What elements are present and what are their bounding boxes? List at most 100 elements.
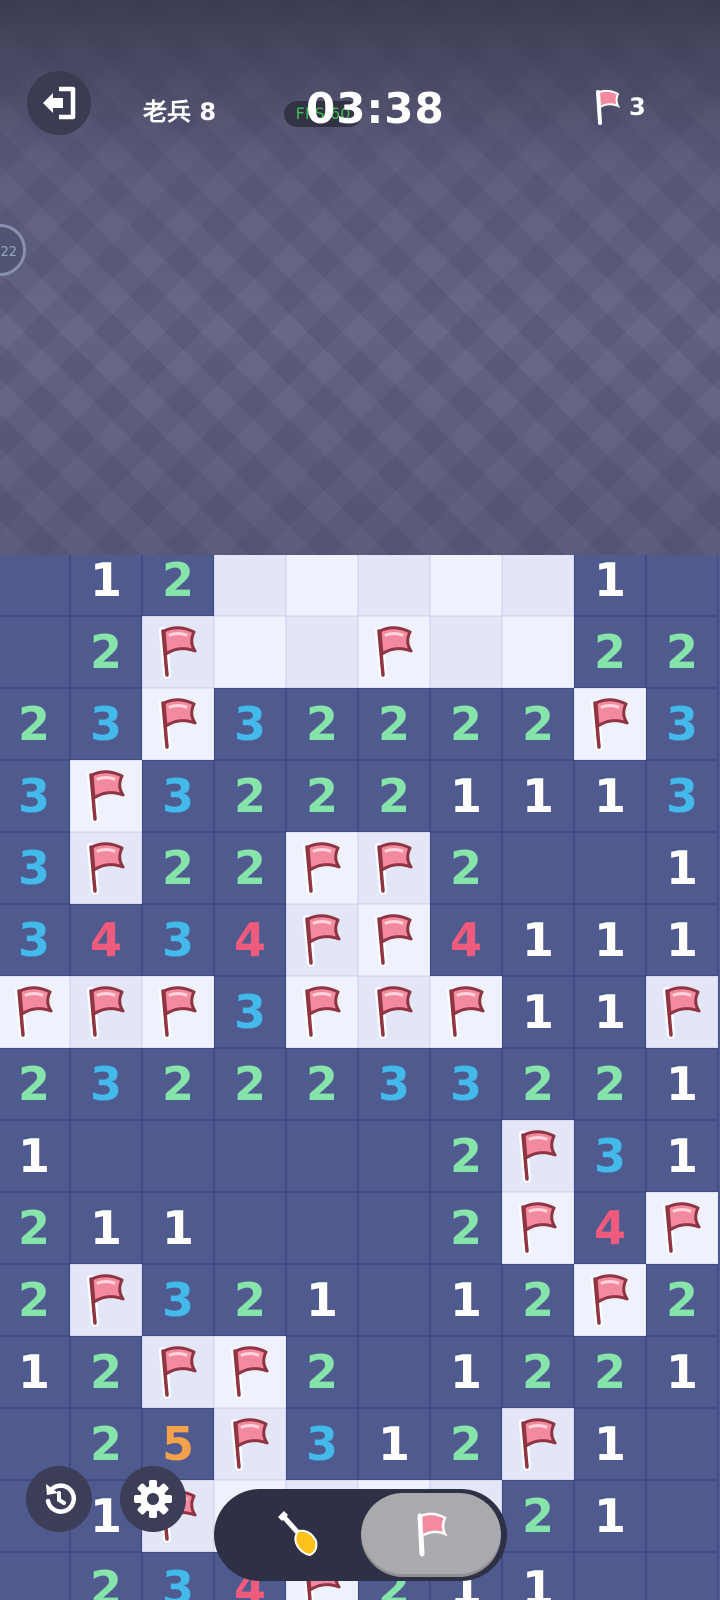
board-cell-number[interactable]: 2 xyxy=(358,760,430,832)
board-cell-flagged[interactable] xyxy=(502,1192,574,1264)
board-cell-number[interactable]: 3 xyxy=(142,760,214,832)
board-cell-flagged[interactable] xyxy=(142,1336,214,1408)
board-cell-flagged[interactable] xyxy=(142,976,214,1048)
board-cell-number[interactable]: 3 xyxy=(70,688,142,760)
board-cell-number[interactable]: 1 xyxy=(646,832,718,904)
board-cell-number[interactable]: 2 xyxy=(0,688,70,760)
board-cell-number[interactable]: 1 xyxy=(574,1480,646,1552)
board-cell-number[interactable]: 3 xyxy=(214,688,286,760)
board-cell-open[interactable] xyxy=(70,1120,142,1192)
board-cell-number[interactable]: 2 xyxy=(574,1048,646,1120)
board-cell-number[interactable]: 2 xyxy=(214,1264,286,1336)
board-cell-number[interactable]: 4 xyxy=(214,904,286,976)
board-cell-number[interactable]: 2 xyxy=(70,616,142,688)
board-cell-number[interactable]: 2 xyxy=(502,1336,574,1408)
board-cell-flagged[interactable] xyxy=(646,976,718,1048)
board-cell-number[interactable]: 3 xyxy=(646,760,718,832)
board-cell-number[interactable]: 2 xyxy=(574,1336,646,1408)
board-cell-open[interactable] xyxy=(0,555,70,616)
board-cell-open[interactable] xyxy=(142,1120,214,1192)
board-cell-open[interactable] xyxy=(646,1480,718,1552)
board-cell-number[interactable]: 4 xyxy=(70,904,142,976)
board-cell-flagged[interactable] xyxy=(502,1120,574,1192)
board-cell-hidden[interactable] xyxy=(502,616,574,688)
board-cell-number[interactable]: 1 xyxy=(358,1408,430,1480)
board-cell-open[interactable] xyxy=(574,1552,646,1600)
board-cell-number[interactable]: 1 xyxy=(430,1264,502,1336)
board-cell-open[interactable] xyxy=(286,1192,358,1264)
board-cell-number[interactable]: 2 xyxy=(430,688,502,760)
board-cell-number[interactable]: 1 xyxy=(646,1120,718,1192)
board-cell-flagged[interactable] xyxy=(286,832,358,904)
board-cell-number[interactable]: 4 xyxy=(574,1192,646,1264)
board-cell-hidden[interactable] xyxy=(214,616,286,688)
board-cell-number[interactable]: 1 xyxy=(502,904,574,976)
board-cell-hidden[interactable] xyxy=(502,555,574,616)
board-cell-flagged[interactable] xyxy=(358,616,430,688)
board-cell-number[interactable]: 2 xyxy=(0,1048,70,1120)
restart-button[interactable] xyxy=(26,1466,92,1532)
board-cell-number[interactable]: 2 xyxy=(430,832,502,904)
board-cell-open[interactable] xyxy=(358,1192,430,1264)
exit-button[interactable] xyxy=(27,71,91,135)
board-cell-flagged[interactable] xyxy=(358,976,430,1048)
board-cell-number[interactable]: 3 xyxy=(142,904,214,976)
board-cell-open[interactable] xyxy=(286,1120,358,1192)
board-cell-hidden[interactable] xyxy=(358,555,430,616)
settings-button[interactable] xyxy=(120,1466,186,1532)
board-cell-flagged[interactable] xyxy=(358,832,430,904)
board-cell-number[interactable]: 2 xyxy=(502,1264,574,1336)
board-cell-number[interactable]: 2 xyxy=(70,1408,142,1480)
board-cell-number[interactable]: 2 xyxy=(214,1048,286,1120)
board-cell-number[interactable]: 2 xyxy=(286,760,358,832)
board-cell-number[interactable]: 2 xyxy=(214,832,286,904)
board-cell-number[interactable]: 3 xyxy=(358,1048,430,1120)
board-cell-open[interactable] xyxy=(358,1336,430,1408)
board-cell-flagged[interactable] xyxy=(502,1408,574,1480)
board-cell-number[interactable]: 2 xyxy=(430,1408,502,1480)
board-cell-number[interactable]: 1 xyxy=(70,1192,142,1264)
board-cell-number[interactable]: 3 xyxy=(70,1048,142,1120)
board-cell-flagged[interactable] xyxy=(574,1264,646,1336)
board-cell-number[interactable]: 1 xyxy=(574,976,646,1048)
dig-mode-button[interactable] xyxy=(248,1500,348,1570)
board-cell-number[interactable]: 2 xyxy=(286,1048,358,1120)
board-cell-number[interactable]: 2 xyxy=(70,1552,142,1600)
board-cell-number[interactable]: 2 xyxy=(286,688,358,760)
board-cell-number[interactable]: 1 xyxy=(502,1552,574,1600)
board-cell-flagged[interactable] xyxy=(70,832,142,904)
board-cell-number[interactable]: 2 xyxy=(286,1336,358,1408)
board-cell-hidden[interactable] xyxy=(430,555,502,616)
board-cell-number[interactable]: 2 xyxy=(502,688,574,760)
board-cell-open[interactable] xyxy=(646,555,718,616)
board-cell-number[interactable]: 2 xyxy=(358,688,430,760)
board-cell-number[interactable]: 1 xyxy=(286,1264,358,1336)
board-cell-flagged[interactable] xyxy=(0,976,70,1048)
board-cell-number[interactable]: 2 xyxy=(646,1264,718,1336)
board-cell-number[interactable]: 2 xyxy=(0,1192,70,1264)
board-cell-number[interactable]: 2 xyxy=(502,1480,574,1552)
board-cell-number[interactable]: 1 xyxy=(502,760,574,832)
board-cell-open[interactable] xyxy=(502,832,574,904)
board-cell-flagged[interactable] xyxy=(214,1408,286,1480)
board-cell-flagged[interactable] xyxy=(574,688,646,760)
board-cell-number[interactable]: 1 xyxy=(646,1336,718,1408)
board-cell-number[interactable]: 3 xyxy=(286,1408,358,1480)
board-cell-flagged[interactable] xyxy=(214,1336,286,1408)
board-cell-hidden[interactable] xyxy=(214,555,286,616)
board-cell-open[interactable] xyxy=(358,1120,430,1192)
board-cell-flagged[interactable] xyxy=(358,904,430,976)
board-cell-number[interactable]: 2 xyxy=(0,1264,70,1336)
board-cell-number[interactable]: 2 xyxy=(142,832,214,904)
board-cell-flagged[interactable] xyxy=(430,976,502,1048)
board-cell-number[interactable]: 3 xyxy=(0,760,70,832)
board-cell-number[interactable]: 1 xyxy=(70,555,142,616)
board-cell-open[interactable] xyxy=(646,1408,718,1480)
board-cell-number[interactable]: 2 xyxy=(430,1192,502,1264)
board-cell-open[interactable] xyxy=(574,832,646,904)
board-cell-number[interactable]: 2 xyxy=(70,1336,142,1408)
board-cell-open[interactable] xyxy=(646,1552,718,1600)
flag-mode-button[interactable] xyxy=(361,1493,501,1577)
board-cell-flagged[interactable] xyxy=(646,1192,718,1264)
board-cell-number[interactable]: 1 xyxy=(0,1120,70,1192)
